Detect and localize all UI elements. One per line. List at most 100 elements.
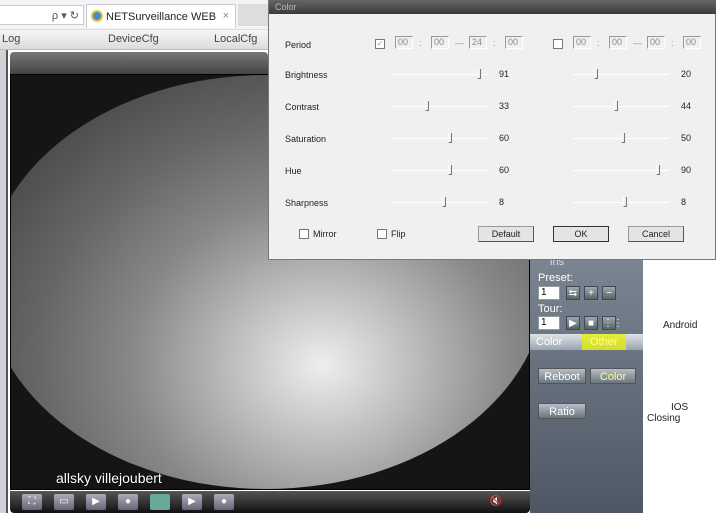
- period1-start-hour[interactable]: 00: [395, 36, 413, 49]
- sharpness-left-value: 8: [499, 197, 505, 207]
- slider-thumb[interactable]: [448, 133, 452, 143]
- period1-end-hour[interactable]: 24: [469, 36, 487, 49]
- saturation-label: Saturation: [285, 134, 327, 144]
- browser-bar: ρ ▾ ↻ NETSurveillance WEB ×: [0, 0, 268, 30]
- fullscreen-icon[interactable]: ⛶: [22, 494, 42, 510]
- hue-right-slider[interactable]: [572, 165, 669, 175]
- slider-thumb[interactable]: [442, 197, 446, 207]
- menu-localcfg[interactable]: LocalCfg: [214, 33, 257, 45]
- contrast-left-slider[interactable]: [392, 101, 489, 111]
- color-dialog: Color Period ✓ 00 : 00 — 24 : 00 00 : 00…: [268, 0, 716, 260]
- saturation-right-slider[interactable]: [572, 133, 669, 143]
- tab-close-icon[interactable]: ×: [223, 10, 229, 22]
- period1-end-min[interactable]: 00: [505, 36, 523, 49]
- ptz-sidebar: ins Preset: 1 ⇆ + − Tour: 1 ▶ ■ ⋮⋮ Reboo…: [530, 256, 643, 513]
- tab-color[interactable]: Color: [536, 336, 562, 348]
- talk-start-icon[interactable]: ▶: [182, 494, 202, 510]
- brightness-left-value: 91: [499, 69, 510, 79]
- sharpness-right-slider[interactable]: [572, 197, 669, 207]
- sharpness-left-slider[interactable]: [392, 197, 489, 207]
- browser-tab[interactable]: NETSurveillance WEB ×: [86, 4, 236, 28]
- slider-thumb[interactable]: [477, 69, 481, 79]
- hue-left-slider[interactable]: [392, 165, 489, 175]
- period1-start-min[interactable]: 00: [431, 36, 449, 49]
- brightness-label: Brightness: [285, 70, 328, 80]
- range-separator: —: [633, 38, 642, 48]
- remove-preset-icon[interactable]: −: [602, 286, 616, 300]
- slider-thumb[interactable]: [621, 133, 625, 143]
- closing-label: Closing: [647, 413, 681, 424]
- contrast-right-slider[interactable]: [572, 101, 669, 111]
- talk-stop-icon[interactable]: ●: [214, 494, 234, 510]
- period2-end-min[interactable]: 00: [683, 36, 701, 49]
- slider-thumb[interactable]: [594, 69, 598, 79]
- sharpness-right-value: 8: [681, 197, 687, 207]
- brightness-left-slider[interactable]: [392, 69, 489, 79]
- flip-label: Flip: [391, 229, 406, 239]
- time-separator: :: [597, 38, 600, 48]
- cancel-button[interactable]: Cancel: [628, 226, 684, 242]
- menu-log[interactable]: Log: [2, 33, 20, 45]
- menu-devicecfg[interactable]: DeviceCfg: [108, 33, 159, 45]
- mirror-checkbox[interactable]: [299, 229, 309, 239]
- snapshot-icon[interactable]: [150, 494, 170, 510]
- time-separator: :: [419, 38, 422, 48]
- video-caption: allsky villejoubert: [56, 470, 162, 486]
- menu-bar: Log DeviceCfg LocalCfg: [0, 30, 268, 50]
- default-button[interactable]: Default: [478, 226, 534, 242]
- hue-label: Hue: [285, 166, 302, 176]
- tour-input[interactable]: 1: [538, 316, 560, 330]
- tab-other[interactable]: Other: [582, 334, 626, 350]
- flip-checkbox[interactable]: [377, 229, 387, 239]
- slider-thumb[interactable]: [425, 101, 429, 111]
- tour-play-icon[interactable]: ▶: [566, 316, 580, 330]
- period2-start-min[interactable]: 00: [609, 36, 627, 49]
- contrast-left-value: 33: [499, 101, 510, 111]
- ok-button[interactable]: OK: [553, 226, 609, 242]
- color-button[interactable]: Color: [590, 368, 636, 384]
- video-toolbar: ⛶ ▭ ▶ ● ▶ ● 🔇: [10, 491, 530, 513]
- dialog-title: Color: [269, 0, 716, 14]
- period-label: Period: [285, 40, 312, 50]
- sharpness-label: Sharpness: [285, 198, 329, 208]
- contrast-label: Contrast: [285, 102, 320, 112]
- saturation-left-value: 60: [499, 133, 510, 143]
- slider-thumb[interactable]: [656, 165, 660, 175]
- ratio-button[interactable]: Ratio: [538, 403, 586, 419]
- slider-thumb[interactable]: [448, 165, 452, 175]
- period1-checkbox[interactable]: ✓: [375, 39, 385, 49]
- preset-input[interactable]: 1: [538, 286, 560, 300]
- right-panel: Android IOS Closing: [643, 260, 716, 513]
- reboot-button[interactable]: Reboot: [538, 368, 586, 384]
- add-preset-icon[interactable]: +: [584, 286, 598, 300]
- period2-start-hour[interactable]: 00: [573, 36, 591, 49]
- saturation-left-slider[interactable]: [392, 133, 489, 143]
- video-header: [10, 52, 268, 74]
- record-start-icon[interactable]: ▶: [86, 494, 106, 510]
- preset-label: Preset:: [538, 272, 573, 284]
- goto-preset-icon[interactable]: ⇆: [566, 286, 580, 300]
- range-separator: —: [455, 38, 464, 48]
- period2-end-hour[interactable]: 00: [647, 36, 665, 49]
- slider-thumb[interactable]: [623, 197, 627, 207]
- saturation-right-value: 50: [681, 133, 692, 143]
- ios-label: IOS: [671, 402, 689, 413]
- single-view-icon[interactable]: ▭: [54, 494, 74, 510]
- time-separator: :: [671, 38, 674, 48]
- record-stop-icon[interactable]: ●: [118, 494, 138, 510]
- tour-stop-icon[interactable]: ■: [584, 316, 598, 330]
- left-panel: [0, 50, 8, 513]
- ie-icon: [91, 10, 103, 22]
- android-label: Android: [663, 320, 698, 331]
- tab-title: NETSurveillance WEB: [106, 11, 217, 23]
- time-separator: :: [493, 38, 496, 48]
- address-bar[interactable]: ρ ▾ ↻: [0, 5, 84, 25]
- hue-left-value: 60: [499, 165, 510, 175]
- tour-label: Tour:: [538, 303, 563, 315]
- period2-checkbox[interactable]: [553, 39, 563, 49]
- speaker-muted-icon[interactable]: 🔇: [486, 494, 506, 510]
- slider-thumb[interactable]: [614, 101, 618, 111]
- brightness-right-slider[interactable]: [572, 69, 669, 79]
- new-tab-button[interactable]: [238, 4, 268, 26]
- grid-icon[interactable]: ⋮⋮: [602, 316, 623, 330]
